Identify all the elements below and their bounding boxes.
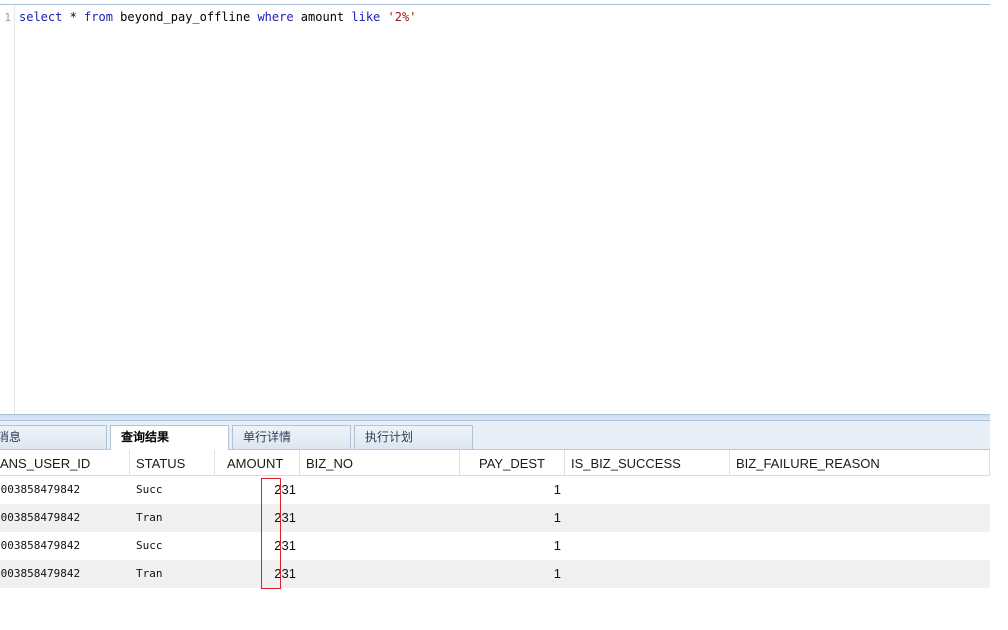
tab-execution-plan[interactable]: 执行计划 bbox=[354, 425, 473, 449]
table-row[interactable]: 8003858479842 Tran 231 1 bbox=[0, 560, 990, 588]
cell-amount[interactable]: 231 bbox=[215, 532, 296, 560]
amount-highlight-box bbox=[261, 478, 281, 589]
cell-pay-dest[interactable]: 1 bbox=[460, 504, 561, 532]
cell-user-id[interactable]: 8003858479842 bbox=[0, 504, 80, 532]
cell-user-id[interactable]: 8003858479842 bbox=[0, 532, 80, 560]
cell-amount[interactable]: 231 bbox=[215, 476, 296, 504]
result-tabbar: 消息 查询结果 单行详情 执行计划 bbox=[0, 421, 990, 450]
sql-space bbox=[380, 10, 387, 24]
cell-pay-dest[interactable]: 1 bbox=[460, 560, 561, 588]
tab-messages-label: 消息 bbox=[0, 430, 22, 444]
sql-table-name: beyond_pay_offline bbox=[112, 10, 258, 24]
sql-keyword-where: where bbox=[257, 10, 294, 24]
sql-code-line[interactable]: select * from beyond_pay_offline where a… bbox=[19, 10, 416, 24]
column-header-biz-failure-reason[interactable]: BIZ_FAILURE_REASON bbox=[730, 450, 990, 475]
column-header-user-id[interactable]: ANS_USER_ID bbox=[0, 450, 130, 475]
cell-pay-dest[interactable]: 1 bbox=[460, 476, 561, 504]
cell-status[interactable]: Tran bbox=[136, 560, 163, 588]
right-edge-margin bbox=[990, 4, 1008, 630]
cell-amount[interactable]: 231 bbox=[215, 560, 296, 588]
sql-keyword-from: from bbox=[84, 10, 113, 24]
tab-query-results[interactable]: 查询结果 bbox=[110, 425, 229, 450]
cell-amount[interactable]: 231 bbox=[215, 504, 296, 532]
table-row[interactable]: 8003858479842 Tran 231 1 bbox=[0, 504, 990, 532]
tab-messages[interactable]: 消息 bbox=[0, 425, 107, 449]
sql-keyword-select: select bbox=[19, 10, 63, 24]
sql-editor[interactable]: 1 select * from beyond_pay_offline where… bbox=[0, 5, 990, 414]
sql-client-window: 1 select * from beyond_pay_offline where… bbox=[0, 0, 1008, 630]
pane-splitter[interactable] bbox=[0, 414, 990, 421]
cell-user-id[interactable]: 8003858479842 bbox=[0, 560, 80, 588]
column-header-status[interactable]: STATUS bbox=[130, 450, 215, 475]
line-number: 1 bbox=[4, 11, 11, 24]
line-number-gutter: 1 bbox=[0, 5, 15, 414]
sql-column-name: amount bbox=[293, 10, 352, 24]
sql-string-pattern: '2%' bbox=[387, 10, 417, 24]
tab-query-results-label: 查询结果 bbox=[121, 430, 170, 444]
column-header-amount[interactable]: AMOUNT bbox=[215, 450, 300, 475]
sql-keyword-like: like bbox=[351, 10, 381, 24]
sql-star: * bbox=[62, 10, 85, 24]
result-grid[interactable]: ANS_USER_ID STATUS AMOUNT BIZ_NO PAY_DES… bbox=[0, 450, 990, 630]
column-header-is-biz-success[interactable]: IS_BIZ_SUCCESS bbox=[565, 450, 730, 475]
tab-row-details-label: 单行详情 bbox=[243, 430, 292, 444]
grid-header: ANS_USER_ID STATUS AMOUNT BIZ_NO PAY_DES… bbox=[0, 450, 990, 476]
tab-execution-plan-label: 执行计划 bbox=[365, 430, 414, 444]
cell-status[interactable]: Succ bbox=[136, 476, 163, 504]
column-header-biz-no[interactable]: BIZ_NO bbox=[300, 450, 460, 475]
cell-status[interactable]: Succ bbox=[136, 532, 163, 560]
column-header-pay-dest[interactable]: PAY_DEST bbox=[460, 450, 565, 475]
table-row[interactable]: 8003858479842 Succ 231 1 bbox=[0, 532, 990, 560]
cell-status[interactable]: Tran bbox=[136, 504, 163, 532]
table-row[interactable]: 8003858479842 Succ 231 1 bbox=[0, 476, 990, 504]
cell-pay-dest[interactable]: 1 bbox=[460, 532, 561, 560]
cell-user-id[interactable]: 8003858479842 bbox=[0, 476, 80, 504]
tab-row-details[interactable]: 单行详情 bbox=[232, 425, 351, 449]
